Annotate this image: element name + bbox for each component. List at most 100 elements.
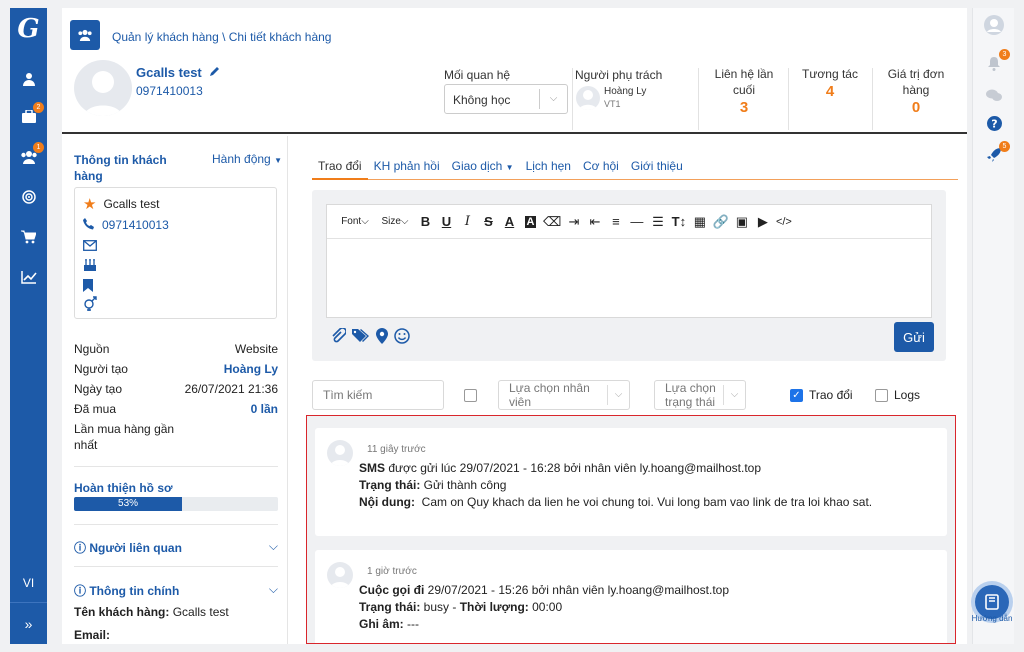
- email-icon[interactable]: [83, 236, 97, 254]
- customer-name-text: Gcalls test: [136, 65, 202, 80]
- right-sidebar: 3 ? 5: [972, 8, 1014, 644]
- info-phone[interactable]: 0971410013: [102, 218, 169, 232]
- info-circle-icon: ⓘ: [74, 541, 90, 555]
- row-value[interactable]: Hoàng Ly: [224, 362, 278, 376]
- align-icon[interactable]: ≡: [605, 212, 626, 232]
- table-icon[interactable]: ▦: [689, 212, 710, 232]
- select-all-checkbox[interactable]: [464, 389, 477, 402]
- related-people-toggle[interactable]: ⓘ Người liên quan ⌵: [74, 539, 278, 556]
- bell-icon[interactable]: 3: [973, 49, 1015, 74]
- status-select[interactable]: Lựa chọn trạng thái ⌵: [654, 380, 746, 410]
- trao-doi-checkbox[interactable]: ✓: [790, 389, 803, 402]
- italic-icon[interactable]: I: [457, 212, 478, 232]
- row-value: 26/07/2021 21:36: [184, 382, 278, 396]
- paperclip-icon[interactable]: [330, 327, 347, 347]
- status-value: Gửi thành công: [420, 478, 507, 492]
- profile-avatar[interactable]: [973, 14, 1015, 36]
- tab-gioi-thieu[interactable]: Giới thiệu: [625, 158, 689, 180]
- outdent-icon[interactable]: ⇤: [584, 212, 605, 232]
- content-key: Nội dung:: [359, 495, 415, 509]
- horizontal-rule-icon[interactable]: —: [626, 212, 647, 232]
- tags-icon[interactable]: [352, 328, 370, 347]
- briefcase-icon[interactable]: 2: [10, 102, 47, 128]
- help-label: Hướng dẫn: [971, 614, 1013, 623]
- customer-avatar: [74, 60, 132, 116]
- duration-value: 00:00: [528, 600, 563, 614]
- chart-line-icon[interactable]: [10, 266, 47, 288]
- filter-bar: Tìm kiếm Lựa chọn nhân viên ⌵ Lựa chọn t…: [312, 380, 946, 410]
- divider: [572, 68, 573, 130]
- user-icon[interactable]: [10, 68, 47, 90]
- target-icon[interactable]: [10, 186, 47, 208]
- smile-icon[interactable]: [394, 328, 410, 347]
- search-input[interactable]: Tìm kiếm: [312, 380, 444, 410]
- action-dropdown[interactable]: Hành động ▼: [212, 152, 282, 166]
- indent-icon[interactable]: ⇥: [563, 212, 584, 232]
- phone-icon: [83, 217, 95, 233]
- image-icon[interactable]: ▣: [731, 212, 752, 232]
- staff-avatar: [327, 440, 353, 466]
- customer-info-panel: Thông tin khách hàng Hành động ▼ ★ Gcall…: [62, 136, 288, 644]
- logs-checkbox[interactable]: [875, 389, 888, 402]
- status-key: Trạng thái:: [359, 600, 421, 614]
- language-switch[interactable]: VI: [10, 576, 47, 590]
- relationship-label: Mối quan hệ: [444, 68, 511, 82]
- expand-sidebar-icon[interactable]: »: [10, 602, 47, 644]
- tab-trao-doi[interactable]: Trao đổi: [312, 158, 368, 180]
- cart-icon[interactable]: [10, 226, 47, 248]
- gender-icon[interactable]: [83, 294, 99, 312]
- bookmark-icon[interactable]: [83, 276, 93, 294]
- content-value: Cam on Quy khach da lien he voi chung to…: [414, 495, 873, 509]
- customer-phone[interactable]: 0971410013: [136, 84, 203, 98]
- video-icon[interactable]: ▶: [752, 212, 773, 232]
- users-badge: 1: [33, 142, 44, 153]
- briefcase-badge: 2: [33, 102, 44, 113]
- text-height-icon[interactable]: T↕: [668, 212, 689, 232]
- info-card: ★ Gcalls test 0971410013: [74, 187, 277, 319]
- staff-select[interactable]: Lựa chọn nhân viên ⌵: [498, 380, 630, 410]
- birthday-cake-icon[interactable]: [83, 256, 97, 274]
- info-row-source: Nguồn Website: [74, 342, 278, 356]
- bold-icon[interactable]: B: [415, 212, 436, 232]
- customer-header: Quản lý khách hàng \ Chi tiết khách hàng…: [62, 8, 967, 134]
- ordered-list-icon[interactable]: ☰: [647, 212, 668, 232]
- composer-extras: [330, 327, 410, 347]
- gcalls-logo-icon[interactable]: G: [12, 14, 45, 44]
- info-row-creator: Người tạo Hoàng Ly: [74, 362, 278, 376]
- font-dropdown[interactable]: Font ⌵: [335, 212, 375, 232]
- info-row-purchases: Đã mua 0 lần: [74, 402, 278, 416]
- activity-text: 29/07/2021 - 15:26 bởi nhân viên ly.hoan…: [424, 583, 730, 597]
- users-icon[interactable]: 1: [10, 142, 47, 168]
- section-title: Thông tin chính: [89, 584, 180, 598]
- owner-sub: VT1: [604, 99, 621, 109]
- question-icon[interactable]: ?: [973, 112, 1015, 134]
- tab-giao-dich[interactable]: Giao dịch ▼: [446, 158, 520, 180]
- font-color-icon[interactable]: A: [499, 212, 520, 232]
- main-info-toggle[interactable]: ⓘ Thông tin chính ⌵: [74, 582, 278, 599]
- tab-lich-hen[interactable]: Lịch hẹn: [520, 158, 577, 180]
- highlight-icon[interactable]: A: [520, 212, 541, 232]
- eraser-icon[interactable]: ⌫: [541, 212, 563, 232]
- tab-kh-phan-hoi[interactable]: KH phản hồi: [368, 158, 446, 180]
- progress-fill: 53%: [74, 497, 183, 511]
- row-value: Gcalls test: [172, 605, 229, 619]
- tab-bar: Trao đổi KH phản hồi Giao dịch ▼ Lịch hẹ…: [312, 158, 958, 180]
- rocket-icon[interactable]: 5: [973, 141, 1015, 166]
- pencil-icon[interactable]: [209, 65, 220, 80]
- map-marker-icon[interactable]: [376, 328, 388, 347]
- recording-key: Ghi âm:: [359, 617, 404, 631]
- underline-icon[interactable]: U: [436, 212, 457, 232]
- code-icon[interactable]: </>: [773, 212, 794, 232]
- email-row: Email:: [74, 628, 110, 642]
- stat-label: Tương tác: [802, 67, 858, 81]
- row-value[interactable]: 0 lần: [251, 402, 278, 416]
- link-icon[interactable]: 🔗: [710, 212, 731, 232]
- strikethrough-icon[interactable]: S: [478, 212, 499, 232]
- tab-co-hoi[interactable]: Cơ hội: [577, 158, 625, 180]
- info-name-row: ★ Gcalls test: [83, 195, 159, 213]
- chat-icon[interactable]: [973, 84, 1015, 106]
- relationship-select[interactable]: Không học ⌵: [444, 84, 568, 114]
- send-button[interactable]: Gửi: [894, 322, 934, 352]
- breadcrumb[interactable]: Quản lý khách hàng \ Chi tiết khách hàng: [112, 30, 331, 44]
- size-dropdown[interactable]: Size ⌵: [375, 212, 415, 232]
